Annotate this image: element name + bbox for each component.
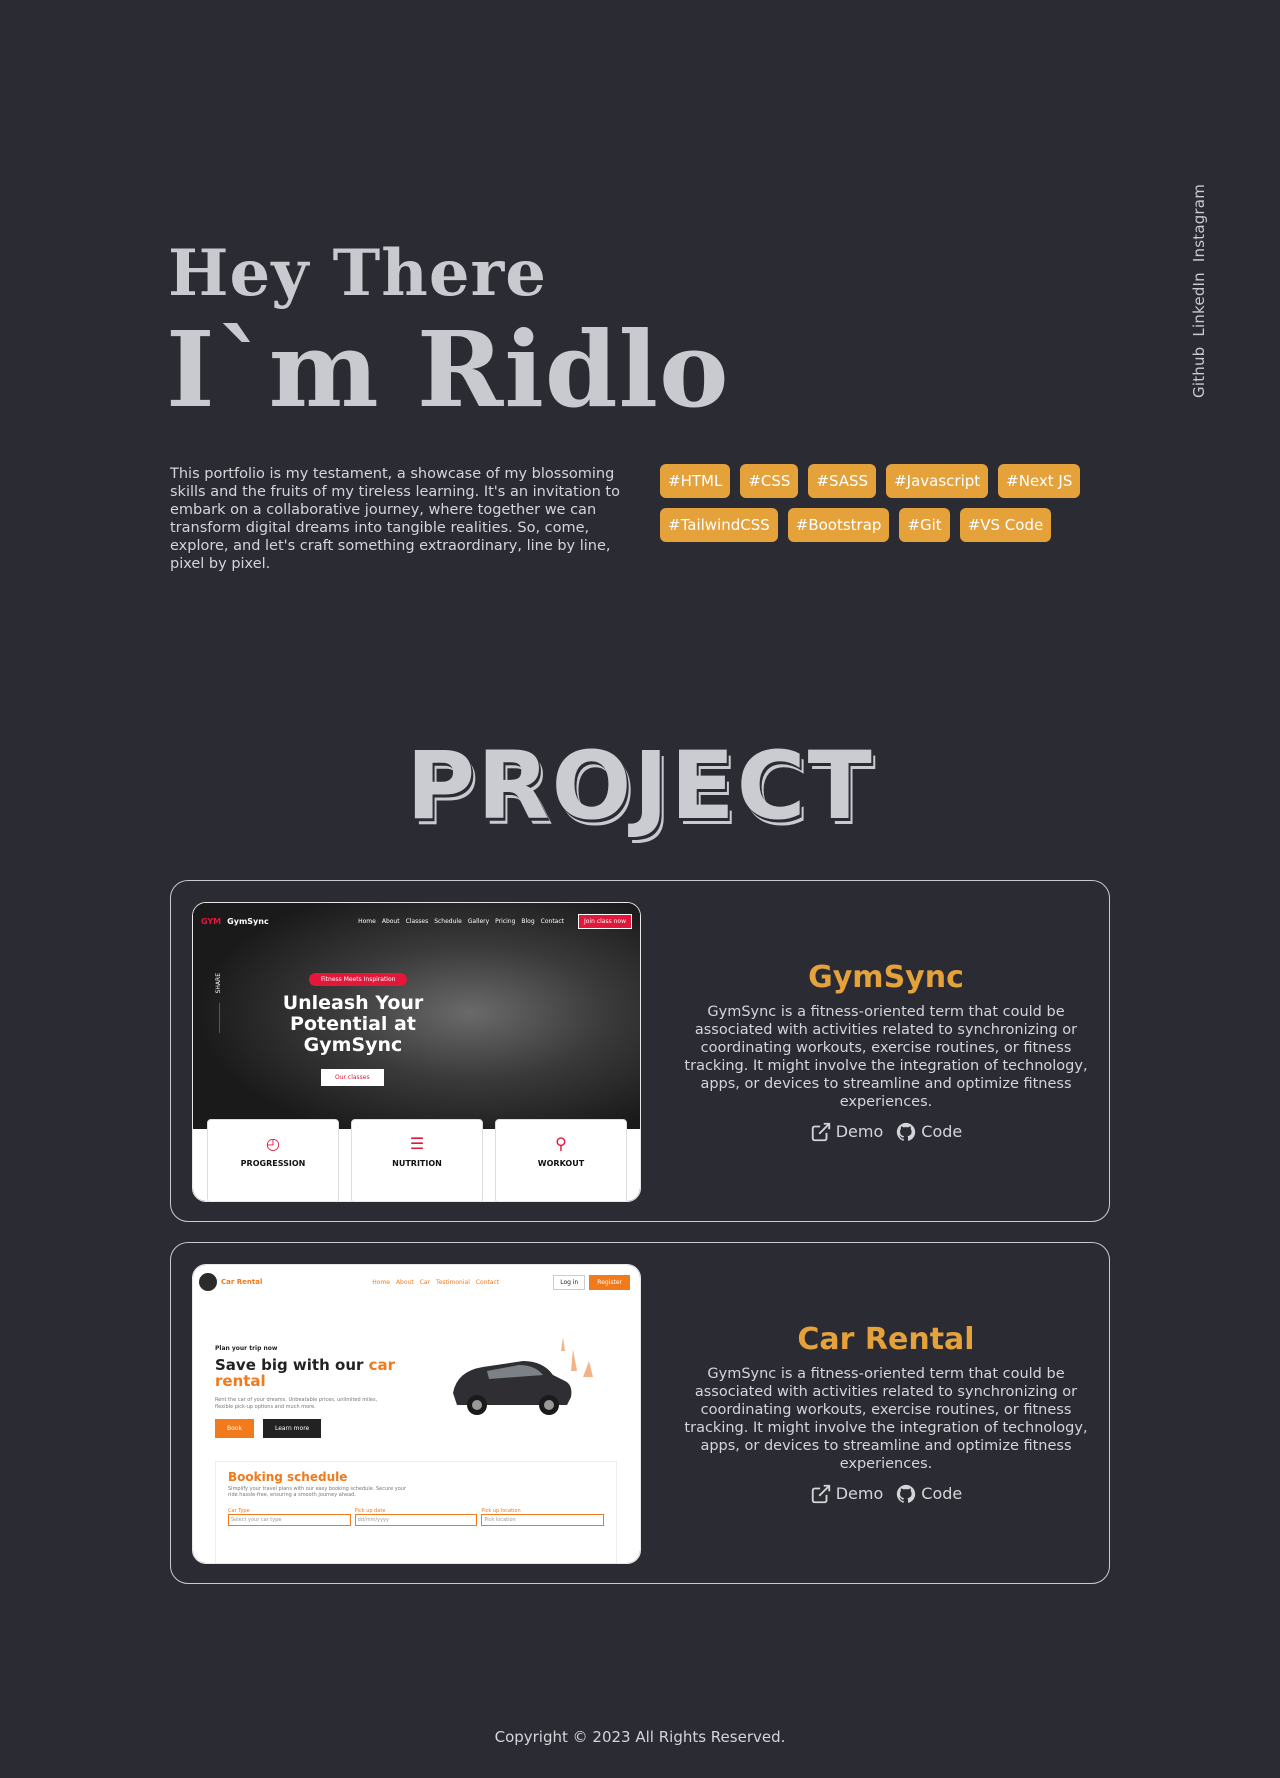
project-preview: GYM GymSync Home About Classes Schedule … — [192, 902, 641, 1202]
project-card-gymsync: GYM GymSync Home About Classes Schedule … — [170, 880, 1110, 1222]
external-link-icon — [811, 1122, 830, 1141]
preview-feature-card: ◴ PROGRESSION — [207, 1119, 339, 1201]
preview-headline: Save big with our car rental — [215, 1356, 396, 1390]
demo-link[interactable]: Demo — [810, 1121, 883, 1143]
preview-nav-item: Home — [358, 917, 376, 925]
skill-tag: #HTML — [660, 464, 731, 498]
section-title: PROJECT — [406, 732, 874, 841]
github-icon — [897, 1484, 916, 1503]
preview-pill: Fitness Meets Inspiration — [309, 973, 408, 986]
preview-brand: GymSync — [227, 916, 269, 926]
project-title: GymSync — [808, 959, 964, 995]
project-description: GymSync is a fitness-oriented term that … — [684, 1003, 1088, 1110]
preview-booking-text: Simplify your travel plans with our easy… — [228, 1486, 407, 1498]
project-preview: Car Rental Home About Car Testimonial Co… — [192, 1264, 641, 1564]
preview-button: Our classes — [321, 1069, 384, 1086]
preview-nav-item: Gallery — [467, 917, 490, 925]
preview-feature-card: ⚲ WORKOUT — [495, 1119, 627, 1201]
social-link-instagram[interactable]: Instagram — [1190, 184, 1208, 262]
demo-link[interactable]: Demo — [810, 1483, 883, 1505]
preview-nav-item: Testimonial — [436, 1278, 470, 1286]
preview-nav-item: Blog — [521, 917, 535, 925]
skill-tag: #Git — [899, 508, 950, 542]
preview-nav-item: About — [395, 1278, 414, 1286]
preview-headline: Unleash Your Potential at GymSync — [282, 992, 424, 1056]
car-illustration — [453, 1337, 593, 1415]
preview-share: SHARE — [215, 973, 222, 994]
skill-tag: #Next JS — [998, 464, 1081, 498]
preview-feature-card: ☰ NUTRITION — [351, 1119, 483, 1201]
preview-nav-item: Pricing — [495, 917, 516, 925]
skill-tag: #Bootstrap — [787, 508, 890, 542]
preview-field: Car Type Select your car type — [228, 1508, 351, 1526]
preview-nav-item: Home — [372, 1278, 390, 1286]
preview-nav-item: Contact — [540, 917, 564, 925]
preview-logo — [199, 1273, 217, 1291]
project-title: Car Rental — [797, 1321, 975, 1357]
preview-nav: Car Rental Home About Car Testimonial Co… — [199, 1273, 630, 1291]
preview-field: Pick up date dd/mm/yyyy — [354, 1508, 478, 1526]
github-icon — [897, 1122, 916, 1141]
preview-nav-item: Contact — [475, 1278, 500, 1286]
preview-nav-item: Schedule — [434, 917, 462, 925]
hero-name: I`m Ridlo — [166, 308, 730, 431]
clock-icon: ◴ — [266, 1134, 280, 1153]
clipboard-icon: ☰ — [409, 1134, 425, 1153]
preview-nav-item: Classes — [405, 917, 429, 925]
hero-greeting: Hey There — [168, 236, 547, 311]
skill-tag: #CSS — [740, 464, 799, 498]
project-card-car-rental: Car Rental Home About Car Testimonial Co… — [170, 1242, 1110, 1584]
code-link[interactable]: Code — [895, 1121, 962, 1143]
preview-logo: GYM — [201, 916, 222, 926]
preview-join-button: Join class now — [578, 913, 632, 929]
skill-tag: #SASS — [808, 464, 877, 498]
external-link-icon — [811, 1484, 830, 1503]
footer-copyright: Copyright © 2023 All Rights Reserved. — [494, 1728, 786, 1746]
preview-brand: Car Rental — [221, 1277, 263, 1286]
social-links: Github LinkedIn Instagram — [1190, 184, 1222, 398]
project-description: GymSync is a fitness-oriented term that … — [684, 1365, 1088, 1472]
preview-booking-title: Booking schedule — [228, 1470, 348, 1484]
skill-tag: #TailwindCSS — [660, 508, 778, 542]
preview-kicker: Plan your trip now — [215, 1345, 278, 1352]
preview-nav-item: About — [381, 917, 400, 925]
code-link[interactable]: Code — [895, 1483, 962, 1505]
intro-paragraph: This portfolio is my testament, a showca… — [170, 466, 620, 572]
preview-book-button: Book — [215, 1419, 254, 1438]
skill-tag: #Javascript — [886, 464, 989, 498]
preview-booking-panel: Booking schedule Simplify your travel pl… — [215, 1461, 617, 1563]
weightlifter-icon: ⚲ — [555, 1134, 567, 1153]
social-link-linkedin[interactable]: LinkedIn — [1190, 272, 1208, 336]
social-link-github[interactable]: Github — [1190, 347, 1208, 398]
preview-login-button: Log in — [553, 1274, 586, 1290]
preview-field: Pick up location Pick location — [481, 1508, 605, 1526]
preview-register-button: Register — [589, 1274, 630, 1290]
preview-paragraph: Rent the car of your dreams. Unbeatable … — [215, 1397, 378, 1410]
preview-nav: GYM GymSync Home About Classes Schedule … — [201, 913, 632, 929]
preview-learn-button: Learn more — [263, 1419, 322, 1438]
skill-tag: #VS Code — [959, 508, 1052, 542]
skill-tags: #HTML #CSS #SASS #Javascript #Next JS #T… — [660, 464, 1100, 542]
preview-nav-item: Car — [419, 1278, 431, 1286]
